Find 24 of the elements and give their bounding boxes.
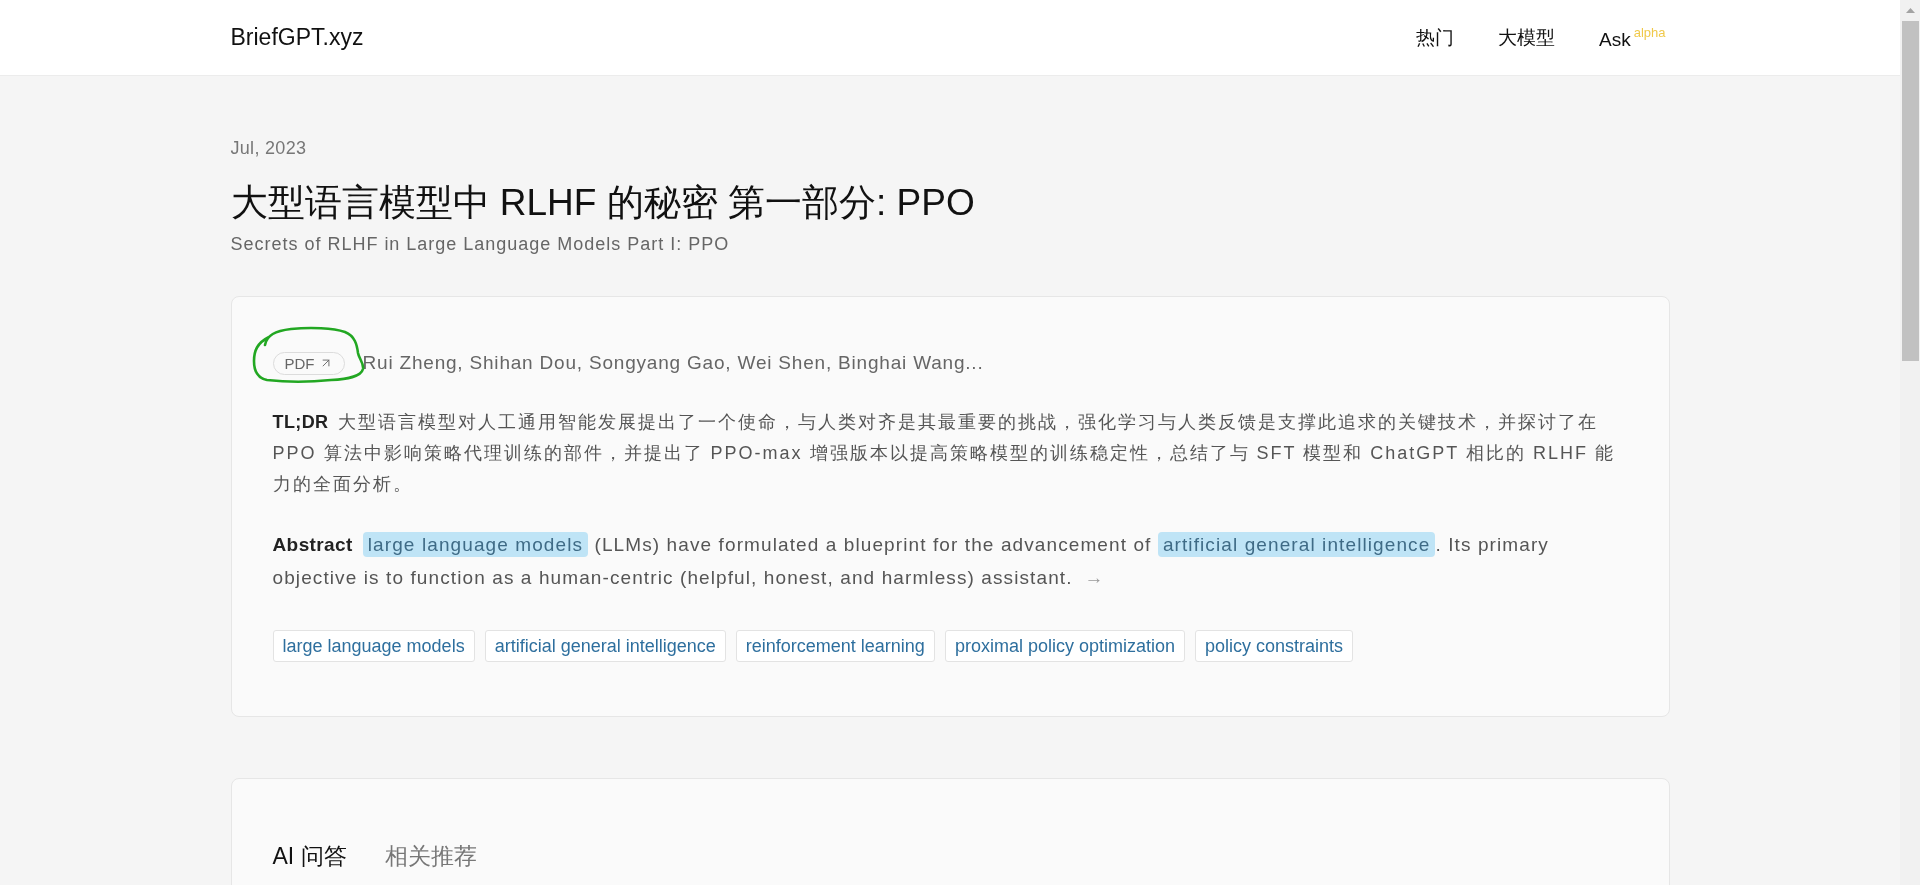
keyword-link[interactable]: artificial general intelligence bbox=[1157, 532, 1436, 557]
scroll-up-arrow-icon[interactable] bbox=[1905, 8, 1915, 13]
article-title: 大型语言模型中 RLHF 的秘密 第一部分: PPO bbox=[230, 181, 976, 225]
article-subtitle: Secrets of RLHF in Large Language Models Part I: PPO bbox=[230, 233, 731, 255]
abstract-text: Abstract large language models (LLMs) have formulated a blueprint for the advancement of artificial general intelligence . Its primary objective is to function as a human-centric (helpful, honest, and harmless) assistant. → bbox=[272, 531, 1550, 590]
tab[interactable]: AI 问答 bbox=[272, 841, 347, 871]
keyword-link[interactable]: large language models bbox=[362, 532, 589, 557]
nav-link[interactable]: 热门 bbox=[1416, 24, 1454, 51]
nav-link[interactable]: Ask$^{alpha}$ bbox=[1599, 24, 1666, 51]
alpha-label: alpha bbox=[1633, 24, 1666, 40]
pdf-link[interactable]: PDF bbox=[272, 351, 345, 375]
site-logo[interactable]: BriefGPT.xyz bbox=[230, 24, 364, 51]
tag-link[interactable]: reinforcement learning bbox=[735, 630, 935, 662]
scrollbar-thumb[interactable] bbox=[1901, 21, 1919, 361]
author-list: Rui Zheng, Shihan Dou, Songyang Gao, Wei Shen, Binghai Wang... bbox=[362, 352, 984, 374]
tag-link[interactable]: proximal policy optimization bbox=[944, 630, 1185, 662]
read-more-link[interactable]: → bbox=[1084, 567, 1105, 588]
tldr-text: TL;DR 大型语言模型对人工通用智能发展提出了一个使命，与人类对齐是其最重要的挑战，强化学习与人类反馈是支撑此追求的关键技术，并探讨了在 PPO 算法中影响策略代理训练的部件，并提出了 PPO-max 增强版本以提高策略模型的训练稳定性，总结了与 SFT 模型和 ChatGPT 相比的 RLHF 能力的全面分析。 bbox=[272, 411, 1616, 496]
nav-link[interactable]: 大模型 bbox=[1498, 24, 1555, 51]
tab[interactable]: 相关推荐 bbox=[384, 841, 477, 871]
tag-link[interactable]: artificial general intelligence bbox=[484, 630, 726, 662]
tag-link[interactable]: policy constraints bbox=[1194, 630, 1354, 662]
tag-link[interactable]: large language models bbox=[272, 630, 475, 662]
publish-date: Jul, 2023 bbox=[230, 137, 308, 159]
